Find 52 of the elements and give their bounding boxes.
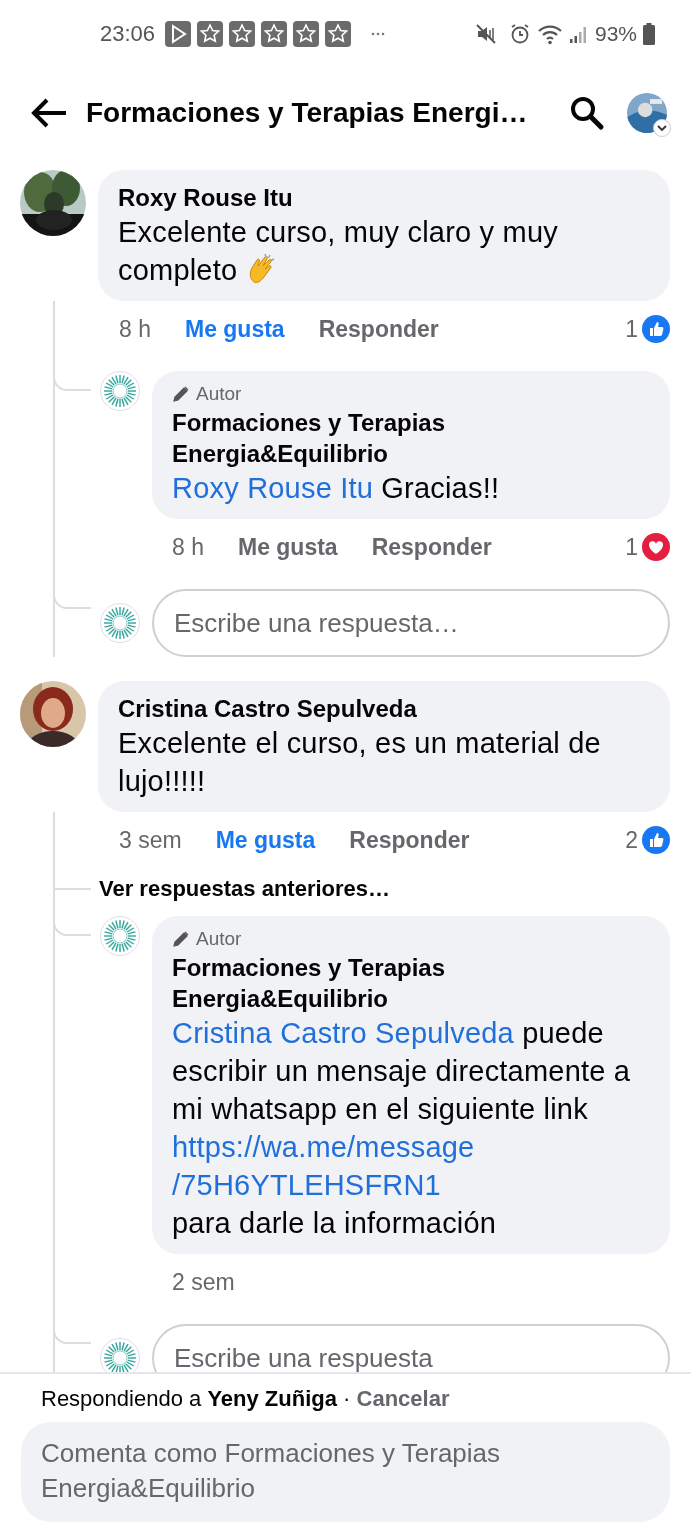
comment-time: 2 sem (172, 1268, 235, 1296)
comment-field[interactable]: Comenta como Formaciones y Terapias Energia&Equilibrio (21, 1422, 670, 1522)
star-notification-icon (229, 21, 256, 47)
reply-button[interactable]: Responder (318, 315, 439, 343)
mention-link[interactable]: Cristina Castro Sepulveda (172, 1017, 514, 1049)
reaction-count: 1 (625, 533, 638, 561)
battery-level: 93% (594, 22, 637, 46)
chevron-down-icon (653, 119, 671, 137)
play-notification-icon (165, 21, 192, 47)
mute-icon (474, 23, 497, 45)
comment-text: Excelente curso, muy claro y muy completo (118, 215, 559, 288)
cancel-link[interactable]: Cancelar (356, 1386, 450, 1411)
page-title: Formaciones y Terapias Energi… (86, 97, 529, 129)
star-notification-icon (197, 21, 224, 47)
like-button[interactable]: Me gusta (185, 315, 285, 343)
comment-time: 3 sem (119, 826, 182, 854)
sunburst-avatar-icon (100, 371, 140, 411)
pencil-icon (172, 385, 190, 403)
comment-time: 8 h (172, 533, 204, 561)
comment-text: Roxy Rouse Itu Gracias!! (172, 471, 501, 506)
reply-button[interactable]: Responder (349, 826, 470, 854)
comment-time: 8 h (119, 315, 151, 343)
battery-icon (643, 23, 655, 45)
star-notification-icon (293, 21, 320, 47)
replying-to-text: Respondiendo a Yeny Zuñiga · Cancelar (41, 1386, 451, 1412)
author-name[interactable]: Cristina Castro Sepulveda (118, 693, 650, 724)
sunburst-avatar-icon (100, 603, 140, 643)
star-notification-icon (261, 21, 288, 47)
author-label: Autor (196, 928, 242, 950)
status-time: 23:06 (100, 21, 156, 47)
wifi-icon (536, 23, 563, 45)
url-link[interactable]: https://wa.me/message/75H6YTLEHSFRN1 (172, 1128, 650, 1204)
reaction-count: 2 (625, 826, 638, 854)
author-name[interactable]: Roxy Rouse Itu (118, 182, 650, 213)
sunburst-avatar-icon (100, 916, 140, 956)
like-button[interactable]: Me gusta (238, 533, 338, 561)
reaction-count: 1 (625, 315, 638, 343)
like-button[interactable]: Me gusta (215, 826, 316, 854)
comment-text: Cristina Castro Sepulveda puede escribir un mensaje directamente a mi whatsapp en el siguiente link https://wa.me/message/75H6YTLEHSFRN1 para darle la información (172, 1014, 650, 1242)
author-name[interactable]: Formaciones y Terapias Energia&Equilibrio (172, 407, 650, 469)
mention-link[interactable]: Roxy Rouse Itu (172, 472, 374, 504)
more-dots-icon (371, 32, 386, 36)
reply-button[interactable]: Responder (371, 533, 492, 561)
author-label: Autor (196, 383, 242, 405)
author-name[interactable]: Formaciones y Terapias Energia&Equilibrio (172, 952, 650, 1014)
signal-icon (568, 24, 589, 44)
previous-replies-link[interactable]: Ver respuestas anteriores… (99, 876, 391, 902)
reply-field[interactable]: Escribe una respuesta (152, 1324, 670, 1372)
comment-text: Excelente el curso, es un material de lujo!!!!! (118, 726, 602, 799)
pencil-icon (172, 930, 190, 948)
star-notification-icon (325, 21, 352, 47)
reply-field[interactable]: Escribe una respuesta… (152, 589, 670, 657)
